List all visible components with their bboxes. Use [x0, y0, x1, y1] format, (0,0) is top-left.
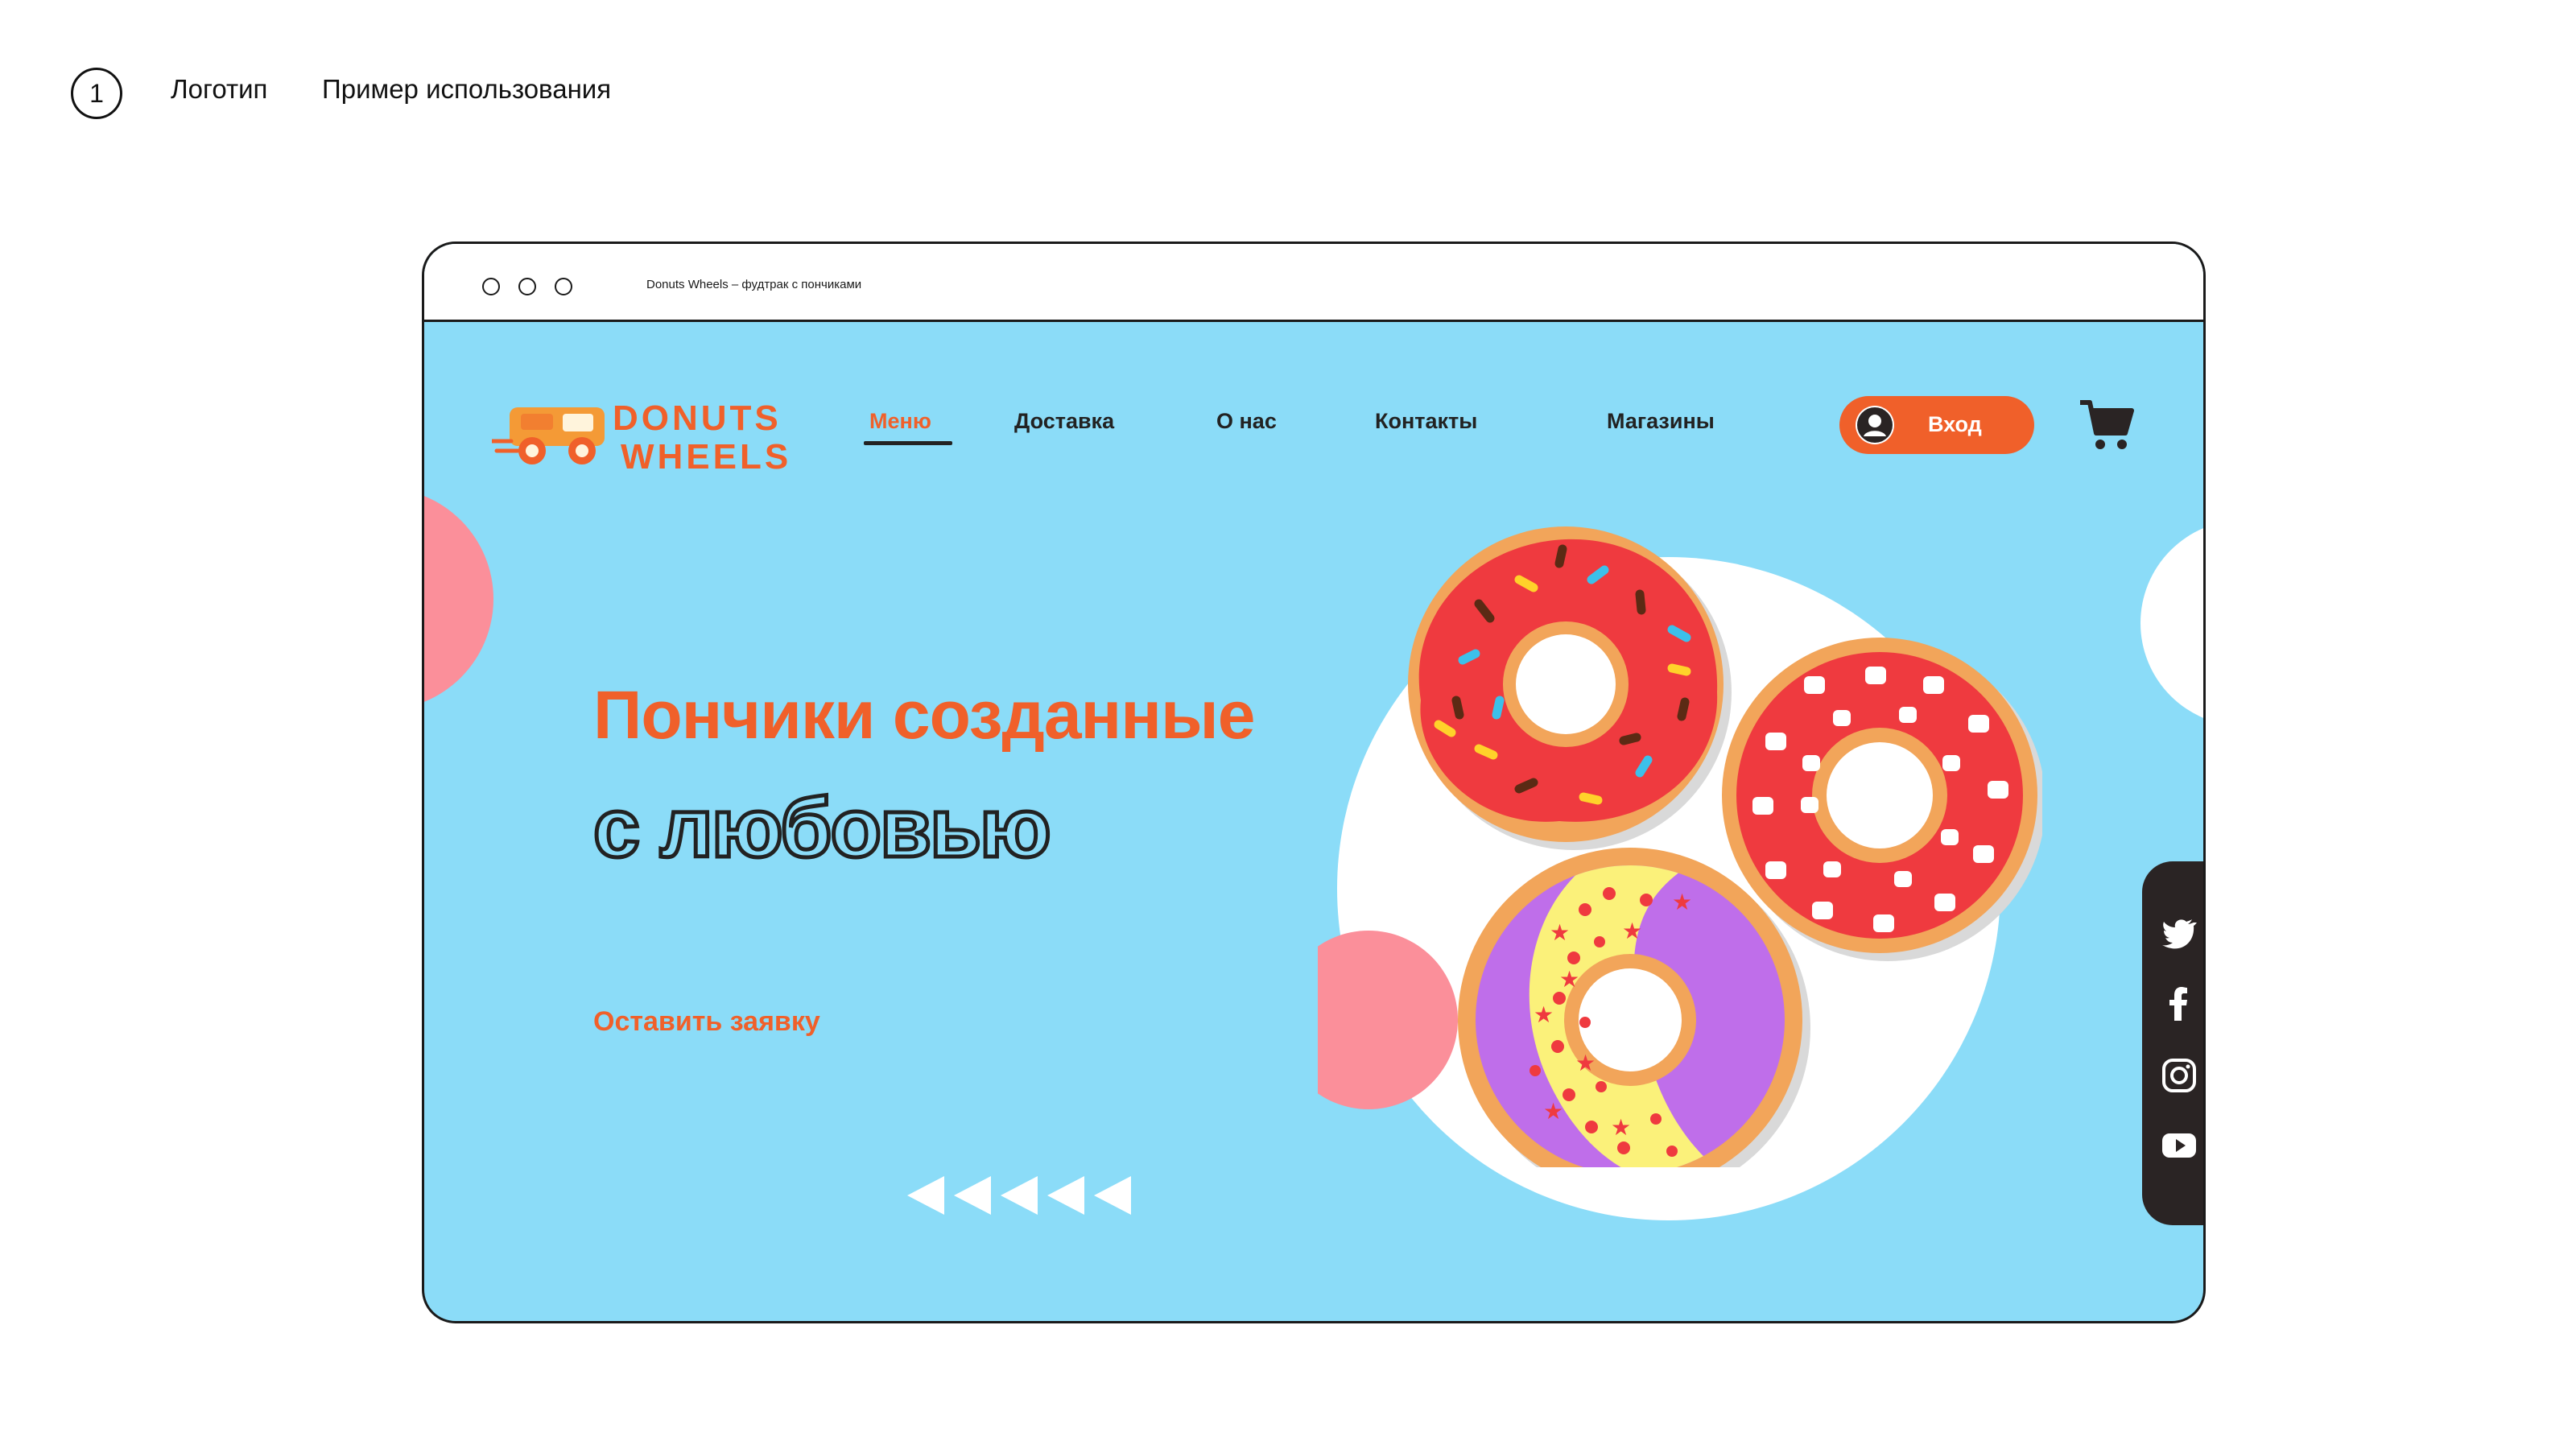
- landing-page: DONUTS WHEELS Меню Доставка О нас Контак…: [424, 322, 2203, 1321]
- logo-text-line2: WHEELS: [621, 437, 791, 473]
- hero-title-line2: с любовью: [592, 780, 1054, 877]
- donuts-illustration: ★ ★★ ★★★ ★★: [1318, 526, 2042, 1167]
- nav-item-contacts[interactable]: Контакты: [1375, 409, 1477, 434]
- login-button[interactable]: Вход: [1839, 396, 2034, 454]
- decor-circle-pink-left: [424, 488, 493, 710]
- donut-marshmallows: [1722, 638, 2042, 961]
- leave-request-link[interactable]: Оставить заявку: [593, 1006, 820, 1038]
- window-maximize-dot[interactable]: [555, 278, 572, 295]
- donut-purple-yellow: ★ ★★ ★★★ ★★: [1458, 848, 1810, 1167]
- twitter-icon[interactable]: [2161, 914, 2197, 950]
- svg-text:★: ★: [1559, 966, 1579, 993]
- svg-text:★: ★: [1575, 1050, 1596, 1076]
- svg-text:★: ★: [1534, 1001, 1554, 1028]
- nav-active-underline: [864, 441, 952, 445]
- nav-item-stores[interactable]: Магазины: [1607, 409, 1715, 434]
- section-label-logo: Логотип: [171, 74, 268, 104]
- section-number: 1: [71, 68, 122, 119]
- shopping-cart-icon[interactable]: [2079, 398, 2135, 454]
- slider-arrows-icon[interactable]: [907, 1171, 1149, 1220]
- window-minimize-dot[interactable]: [518, 278, 536, 295]
- instagram-icon[interactable]: [2161, 1058, 2197, 1093]
- svg-text:★: ★: [1611, 1114, 1631, 1141]
- login-button-label: Вход: [1928, 412, 1982, 436]
- decor-circle-white-right: [2140, 520, 2203, 726]
- logo-text-line1: DONUTS: [613, 398, 782, 438]
- section-label-usage: Пример использования: [322, 74, 612, 104]
- nav-item-delivery[interactable]: Доставка: [1014, 409, 1114, 434]
- hero-title-line1: Пончики созданные: [593, 677, 1255, 753]
- window-close-dot[interactable]: [482, 278, 500, 295]
- social-sidebar: [2142, 861, 2203, 1225]
- browser-titlebar: Donuts Wheels – фудтрак с пончиками: [424, 244, 2203, 322]
- svg-text:★: ★: [1672, 889, 1692, 915]
- svg-text:★: ★: [1622, 918, 1642, 944]
- youtube-icon[interactable]: [2161, 1127, 2197, 1162]
- user-avatar-icon: [1856, 406, 1894, 444]
- nav-item-menu[interactable]: Меню: [869, 409, 931, 434]
- browser-tab-title[interactable]: Donuts Wheels – фудтрак с пончиками: [646, 278, 861, 291]
- svg-text:★: ★: [1543, 1098, 1563, 1125]
- food-truck-icon: [492, 407, 605, 464]
- nav-item-about[interactable]: О нас: [1216, 409, 1277, 434]
- facebook-icon[interactable]: [2161, 985, 2197, 1021]
- donuts-wheels-logo[interactable]: DONUTS WHEELS: [492, 393, 798, 473]
- browser-window: Donuts Wheels – фудтрак с пончиками DONU…: [422, 242, 2206, 1323]
- donut-sprinkles: [1408, 526, 1732, 850]
- svg-text:★: ★: [1550, 919, 1570, 946]
